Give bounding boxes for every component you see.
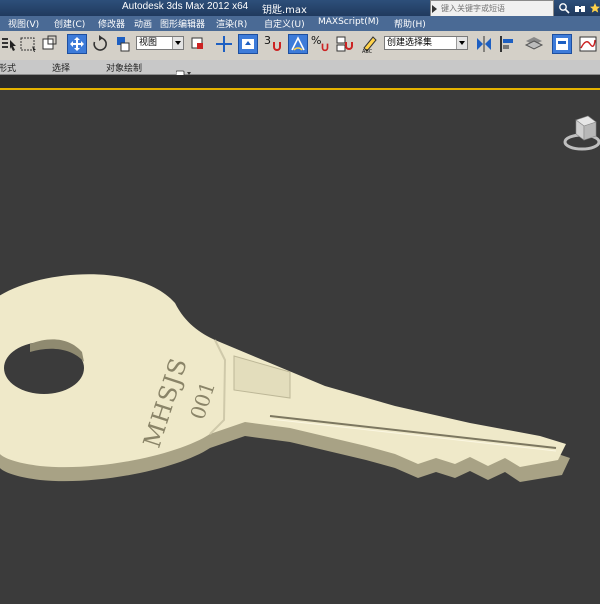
menu-graph-editors[interactable]: 图形编辑器 — [160, 17, 205, 30]
search-box[interactable] — [430, 0, 554, 17]
angle-snap-icon[interactable] — [288, 34, 308, 54]
menu-help[interactable]: 帮助(H) — [394, 17, 426, 30]
title-bar: Autodesk 3ds Max 2012 x64 钥匙.max — [0, 0, 600, 17]
menu-maxscript[interactable]: MAXScript(M) — [318, 17, 379, 27]
snaps-label: 3 — [264, 34, 271, 47]
star-icon[interactable] — [589, 2, 600, 14]
select-and-scale-icon[interactable] — [114, 34, 134, 54]
select-object-icon[interactable] — [0, 34, 20, 54]
menu-animation[interactable]: 动画 — [134, 17, 152, 30]
app-title: Autodesk 3ds Max 2012 x64 — [122, 1, 249, 12]
pivot-center-icon[interactable] — [188, 34, 208, 54]
search-input[interactable] — [441, 2, 549, 15]
menu-rendering[interactable]: 渲染(R) — [216, 17, 247, 30]
chevron-down-icon — [172, 37, 183, 49]
magnet-icon — [321, 43, 329, 52]
edit-named-selection-icon[interactable]: ABC — [360, 34, 380, 55]
svg-text:ABC: ABC — [362, 49, 373, 54]
file-name: 钥匙.max — [262, 5, 307, 16]
named-selection-value: 创建选择集 — [387, 38, 433, 48]
binoculars-icon[interactable] — [574, 2, 586, 14]
reference-coord-value: 视图 — [139, 38, 158, 48]
window-crossing-icon[interactable] — [40, 34, 60, 54]
align-icon[interactable] — [498, 34, 518, 54]
search-icon[interactable] — [558, 2, 570, 14]
menu-customize[interactable]: 自定义(U) — [264, 17, 305, 30]
select-and-move-icon[interactable] — [67, 34, 87, 54]
viewport-label-strip — [0, 75, 600, 89]
graphite-tools-icon[interactable] — [552, 34, 572, 54]
rect-selection-icon[interactable] — [18, 34, 38, 54]
chevron-down-icon — [456, 37, 467, 49]
magnet-icon — [273, 42, 281, 51]
menu-create[interactable]: 创建(C) — [54, 17, 85, 30]
menu-bar: 视图(V) 创建(C) 修改器 动画 图形编辑器 渲染(R) 自定义(U) MA… — [0, 16, 600, 31]
mirror-icon[interactable] — [474, 34, 494, 54]
curve-editor-icon[interactable] — [578, 34, 598, 54]
perspective-viewport[interactable]: MHSJS 001 — [0, 90, 600, 600]
menu-modifiers[interactable]: 修改器 — [98, 17, 125, 30]
layer-manager-icon[interactable] — [524, 34, 544, 54]
named-selection-dropdown[interactable]: 创建选择集 — [384, 36, 468, 50]
ribbon-tab-freeform[interactable]: 形式 — [0, 61, 16, 74]
keyboard-shortcut-override-icon[interactable] — [238, 34, 258, 54]
ribbon-tab-selection[interactable]: 选择 — [52, 61, 70, 74]
ribbon-toggle-icon[interactable] — [175, 63, 191, 77]
menu-view[interactable]: 视图(V) — [8, 17, 39, 30]
percent-snap-toggle[interactable]: % — [311, 34, 331, 54]
ribbon-tabs: 形式 选择 对象绘制 — [0, 60, 600, 77]
select-manipulate-icon[interactable] — [214, 34, 234, 54]
main-toolbar: 视图 3 % ABC 创建选择集 — [0, 31, 600, 61]
select-and-rotate-icon[interactable] — [90, 34, 110, 54]
ribbon-tab-object-paint[interactable]: 对象绘制 — [106, 61, 142, 74]
search-expand-icon[interactable] — [432, 5, 437, 13]
snaps-toggle[interactable]: 3 — [264, 34, 284, 54]
reference-coord-dropdown[interactable]: 视图 — [136, 36, 184, 50]
viewcube[interactable] — [562, 112, 600, 160]
spinner-snap-icon[interactable] — [334, 34, 354, 54]
key-model — [0, 274, 570, 482]
